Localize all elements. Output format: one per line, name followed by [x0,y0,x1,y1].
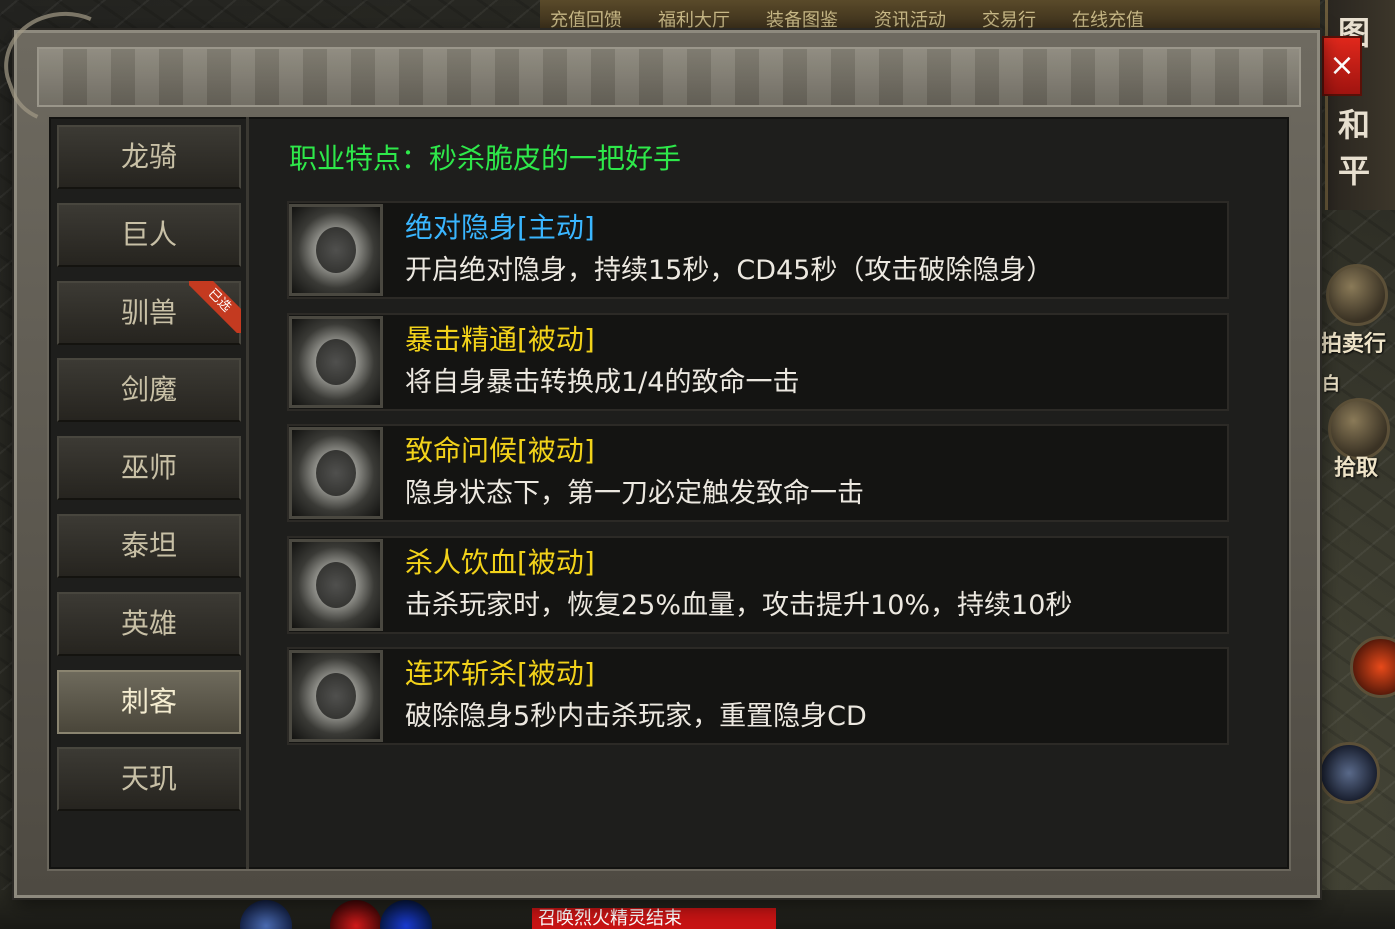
skill-list: 绝对隐身[主动] 开启绝对隐身，持续15秒，CD45秒（攻击破除隐身） 暴击精通… [287,201,1229,759]
skill-row[interactable]: 暴击精通[被动] 将自身暴击转换成1/4的致命一击 [287,312,1229,411]
class-tab-label: 泰坦 [120,528,177,562]
pickup-label[interactable]: 拾取 [1334,450,1378,482]
top-menu-item[interactable]: 充值回馈 [550,10,622,32]
auction-house-label[interactable]: 拍卖行 [1320,326,1386,358]
top-menu-item[interactable]: 装备图鉴 [766,10,838,32]
class-tab-label: 刺客 [120,684,177,718]
top-menu-strip: 充值回馈 福利大厅 装备图鉴 资讯活动 交易行 在线充值 [540,0,1320,32]
skill-name: 连环斩杀[被动] [405,657,595,690]
top-menu-item[interactable]: 资讯活动 [874,10,946,32]
skill-row[interactable]: 杀人饮血[被动] 击杀玩家时，恢复25%血量，攻击提升10%，持续10秒 [287,535,1229,634]
system-notice: 召唤烈火精灵结束 [532,908,776,929]
side-label: 白 [1322,374,1340,395]
deadly-greeting-icon [289,427,383,519]
stealth-icon [289,204,383,296]
class-tab-taitan[interactable]: 泰坦 [57,513,241,578]
class-tab-jianmo[interactable]: 剑魔 [57,358,241,423]
skill-description: 将自身暴击转换成1/4的致命一击 [405,366,800,398]
skill-row[interactable]: 连环斩杀[被动] 破除隐身5秒内击杀玩家，重置隐身CD [287,647,1229,745]
top-menu-item[interactable]: 福利大厅 [658,10,730,32]
skill-description: 击杀玩家时，恢复25%血量，攻击提升10%，持续10秒 [405,589,1073,621]
top-menu-item[interactable]: 交易行 [982,10,1036,32]
bloodthirst-icon [289,538,383,631]
class-tab-label: 巨人 [120,217,177,251]
class-tab-cike[interactable]: 刺客 [57,669,241,734]
skill-name: 暴击精通[被动] [405,322,595,356]
book-icon[interactable] [1326,264,1388,326]
chain-kill-icon [289,650,383,742]
class-trait-text: 职业特点：秒杀脆皮的一把好手 [289,142,682,175]
skill-orb-icon[interactable] [1318,742,1380,804]
class-tab-label: 巫师 [120,451,177,485]
class-tab-tianji[interactable]: 天玑 [57,747,241,812]
critical-mastery-icon [289,315,383,408]
class-tab-juren[interactable]: 巨人 [57,202,241,267]
class-tab-label: 天玑 [120,762,177,796]
class-tab-label: 龙骑 [120,140,177,173]
close-button[interactable]: × [1322,36,1362,96]
class-tab-label: 剑魔 [120,373,177,407]
side-char[interactable]: 和 [1338,100,1370,146]
class-detail-panel: 职业特点：秒杀脆皮的一把好手 绝对隐身[主动] 开启绝对隐身，持续15秒，CD4… [269,117,1269,869]
class-tab-label: 驯兽 [120,295,177,329]
class-sidebar: 龙骑 巨人 驯兽 已选 剑魔 巫师 泰坦 英雄 刺客 天玑 [49,117,249,869]
skill-row[interactable]: 绝对隐身[主动] 开启绝对隐身，持续15秒，CD45秒（攻击破除隐身） [287,201,1229,299]
selected-badge: 已选 [189,280,241,333]
dialog-body: 龙骑 巨人 驯兽 已选 剑魔 巫师 泰坦 英雄 刺客 天玑 职业特点：秒杀脆皮的… [47,115,1291,871]
class-tab-longqi[interactable]: 龙骑 [57,125,241,189]
class-tab-xunshou[interactable]: 驯兽 已选 [57,280,241,345]
class-tab-wushi[interactable]: 巫师 [57,436,241,501]
skill-description: 破除隐身5秒内击杀玩家，重置隐身CD [405,701,867,732]
dialog-header [37,47,1301,107]
side-char[interactable]: 平 [1338,146,1370,192]
class-info-dialog: 龙骑 巨人 驯兽 已选 剑魔 巫师 泰坦 英雄 刺客 天玑 职业特点：秒杀脆皮的… [0,0,1320,898]
skill-name: 绝对隐身[主动] [405,211,595,244]
skill-name: 杀人饮血[被动] [405,545,595,579]
skill-name: 致命问候[被动] [405,434,595,467]
class-tab-label: 英雄 [120,606,177,640]
skill-row[interactable]: 致命问候[被动] 隐身状态下，第一刀必定触发致命一击 [287,424,1229,522]
skill-description: 开启绝对隐身，持续15秒，CD45秒（攻击破除隐身） [405,255,1054,286]
skill-description: 隐身状态下，第一刀必定触发致命一击 [405,478,864,509]
selected-badge-label: 已选 [189,280,241,333]
top-menu-item[interactable]: 在线充值 [1072,10,1144,32]
class-tab-yingxiong[interactable]: 英雄 [57,591,241,656]
